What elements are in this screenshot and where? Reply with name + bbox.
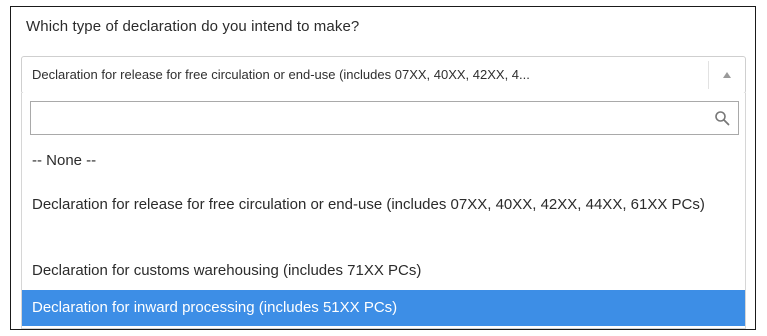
- declaration-type-select[interactable]: Declaration for release for free circula…: [21, 56, 746, 94]
- dropdown-option-none[interactable]: -- None --: [22, 147, 745, 175]
- dropdown-search-box[interactable]: [30, 101, 739, 135]
- dropdown-option-inward-processing[interactable]: Declaration for inward processing (inclu…: [22, 290, 745, 326]
- dropdown-option-free-circulation[interactable]: Declaration for release for free circula…: [22, 193, 745, 245]
- dropdown-option-customs-warehousing[interactable]: Declaration for customs warehousing (inc…: [22, 256, 745, 286]
- question-label: Which type of declaration do you intend …: [26, 18, 360, 35]
- select-dropdown: -- None -- Declaration for release for f…: [21, 93, 746, 329]
- select-current-value: Declaration for release for free circula…: [32, 67, 530, 82]
- search-icon: [715, 111, 730, 126]
- select-arrow-divider: [708, 61, 709, 89]
- dropdown-search-input[interactable]: [31, 102, 711, 134]
- caret-up-icon[interactable]: [721, 70, 733, 80]
